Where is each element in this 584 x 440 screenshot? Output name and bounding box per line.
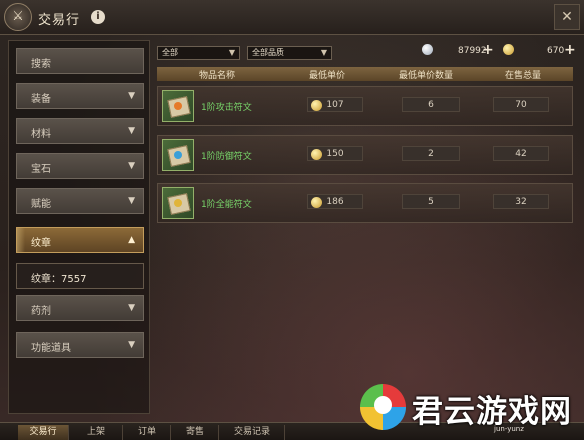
total-on-sale-cell: 32	[493, 194, 549, 209]
sidebar-item-label: 宝石	[31, 164, 51, 175]
sidebar-item-empower[interactable]: 赋能 ▼	[16, 188, 144, 214]
min-price-value: 150	[326, 149, 344, 159]
item-name: 1阶全能符文	[201, 200, 252, 210]
min-price-qty-value: 2	[428, 149, 434, 159]
sidebar-item-emblem[interactable]: 纹章 ▲	[16, 227, 144, 253]
sidebar-item-potions[interactable]: 药剂 ▼	[16, 295, 144, 321]
sidebar-item-search[interactable]: 搜索	[16, 48, 144, 74]
column-header-total-on-sale[interactable]: 在售总量	[505, 68, 541, 81]
table-row[interactable]: 1阶防御符文 150 2 42	[157, 135, 573, 175]
gold-coin-icon	[503, 44, 514, 55]
table-row[interactable]: 1阶攻击符文 107 6 70	[157, 86, 573, 126]
gold-balance: 670 +	[503, 42, 578, 60]
column-header-min-price-qty[interactable]: 最低单价数量	[399, 68, 453, 81]
chevron-down-icon: ▼	[128, 161, 135, 171]
window-title: 交易行	[38, 13, 81, 28]
chevron-down-icon: ▼	[320, 48, 327, 57]
sidebar-item-label: 材料	[31, 129, 51, 140]
min-price-qty-cell: 5	[402, 194, 460, 209]
category-dropdown-value: 全部	[162, 48, 178, 57]
watermark-subtext: jun-yunz	[494, 425, 524, 433]
rune-gem-icon	[174, 199, 182, 207]
rune-gem-icon	[174, 151, 182, 159]
total-on-sale-value: 70	[515, 100, 527, 110]
chevron-down-icon: ▼	[128, 126, 135, 136]
chevron-down-icon: ▼	[128, 91, 135, 101]
gold-coin-icon	[311, 100, 322, 111]
tab-orders[interactable]: 订单	[124, 425, 171, 440]
sidebar-item-equipment[interactable]: 装备 ▼	[16, 83, 144, 109]
category-dropdown[interactable]: 全部 ▼	[157, 46, 240, 60]
total-on-sale-cell: 42	[493, 146, 549, 161]
sidebar-item-label: 装备	[31, 94, 51, 105]
rune-item-icon	[162, 90, 194, 122]
chevron-down-icon: ▼	[128, 196, 135, 206]
chevron-up-icon: ▲	[128, 235, 135, 245]
rune-gem-icon	[174, 102, 182, 110]
column-header-item-name[interactable]: 物品名称	[199, 68, 235, 81]
item-name: 1阶攻击符文	[201, 103, 252, 113]
chevron-down-icon: ▼	[128, 303, 135, 313]
title-bar: ⚔ 交易行 i ✕	[0, 0, 584, 35]
silver-balance: 87992 +	[422, 42, 494, 60]
trade-emblem-icon: ⚔	[4, 3, 32, 31]
min-price-qty-cell: 2	[402, 146, 460, 161]
sidebar-item-label: 纹章：7557	[31, 274, 87, 285]
total-on-sale-value: 42	[515, 149, 527, 159]
sidebar-item-label: 赋能	[31, 199, 51, 210]
min-price-qty-value: 5	[428, 197, 434, 207]
sidebar-item-label: 纹章	[31, 238, 51, 249]
category-sidebar: 搜索 装备 ▼ 材料 ▼ 宝石 ▼ 赋能 ▼ 纹章 ▲ 纹章：7557 药剂 ▼…	[8, 40, 150, 414]
min-price-cell: 150	[307, 146, 363, 161]
total-on-sale-value: 32	[515, 197, 527, 207]
tab-list-item[interactable]: 上架	[70, 425, 123, 440]
table-header: 物品名称 最低单价 最低单价数量 在售总量	[157, 67, 573, 81]
info-icon[interactable]: i	[91, 10, 105, 24]
watermark-logo-icon	[360, 384, 406, 430]
gold-coin-icon	[311, 197, 322, 208]
sidebar-item-label: 搜索	[31, 59, 51, 70]
site-watermark: 君云游戏网 jun-yunz	[354, 380, 584, 439]
gold-coin-icon	[311, 149, 322, 160]
sidebar-item-gems[interactable]: 宝石 ▼	[16, 153, 144, 179]
min-price-cell: 186	[307, 194, 363, 209]
sidebar-item-label: 药剂	[31, 306, 51, 317]
sidebar-item-label: 功能道具	[31, 343, 71, 354]
rune-item-icon	[162, 139, 194, 171]
active-marker	[17, 228, 25, 252]
add-silver-button[interactable]: +	[482, 42, 494, 58]
rune-item-icon	[162, 187, 194, 219]
min-price-value: 186	[326, 197, 344, 207]
tab-trade-records[interactable]: 交易记录	[220, 425, 285, 440]
min-price-cell: 107	[307, 97, 363, 112]
close-icon[interactable]: ✕	[554, 4, 580, 30]
chevron-down-icon: ▼	[228, 48, 235, 57]
quality-dropdown-value: 全部品质	[252, 48, 284, 57]
sidebar-subitem-emblem-7557[interactable]: 纹章：7557	[16, 263, 144, 289]
watermark-text: 君云游戏网	[412, 394, 572, 430]
min-price-value: 107	[326, 100, 344, 110]
total-on-sale-cell: 70	[493, 97, 549, 112]
tab-trading-house[interactable]: 交易行	[18, 425, 69, 440]
item-name: 1阶防御符文	[201, 152, 252, 162]
add-gold-button[interactable]: +	[564, 42, 576, 58]
tab-consign[interactable]: 寄售	[172, 425, 219, 440]
min-price-qty-cell: 6	[402, 97, 460, 112]
silver-coin-icon	[422, 44, 433, 55]
sidebar-item-function-tools[interactable]: 功能道具 ▼	[16, 332, 144, 358]
gold-amount: 670	[547, 46, 565, 56]
sidebar-item-materials[interactable]: 材料 ▼	[16, 118, 144, 144]
column-header-min-price[interactable]: 最低单价	[309, 68, 345, 81]
quality-dropdown[interactable]: 全部品质 ▼	[247, 46, 332, 60]
table-row[interactable]: 1阶全能符文 186 5 32	[157, 183, 573, 223]
min-price-qty-value: 6	[428, 100, 434, 110]
chevron-down-icon: ▼	[128, 340, 135, 350]
